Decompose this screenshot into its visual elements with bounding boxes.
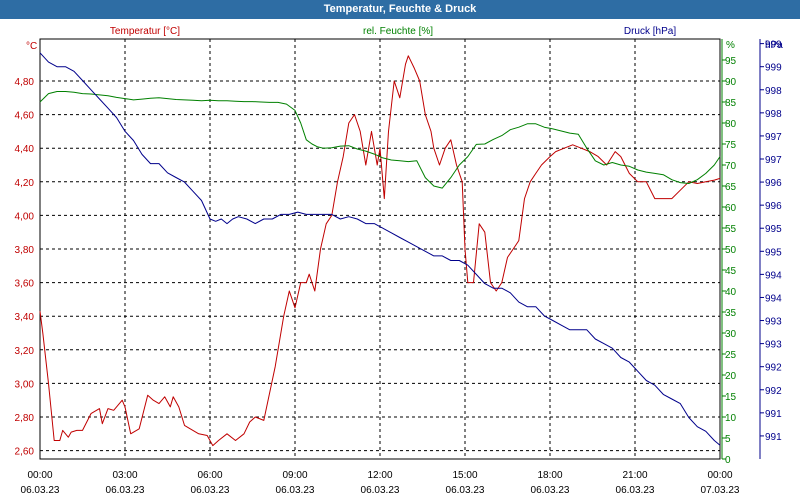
x-tick-label-date: 06.03.23 xyxy=(106,485,145,496)
x-tick-label-date: 06.03.23 xyxy=(616,485,655,496)
pressure-tick-label: 997 xyxy=(765,155,782,166)
x-tick-label-time: 12:00 xyxy=(367,470,392,481)
humidity-tick-label: 50 xyxy=(725,245,737,256)
legend-pressure: Druck [hPa] xyxy=(624,26,676,37)
pressure-tick-label: 994 xyxy=(765,293,782,304)
temperature-tick-label: 3,40 xyxy=(15,312,35,323)
x-tick-label-date: 06.03.23 xyxy=(21,485,60,496)
temperature-tick-label: 2,60 xyxy=(15,447,35,458)
pressure-tick-label: 997 xyxy=(765,132,782,143)
humidity-tick-label: 75 xyxy=(725,140,737,151)
pressure-tick-label: 999 xyxy=(765,63,782,74)
pressure-tick-label: 991 xyxy=(765,432,782,443)
temperature-tick-label: 2,80 xyxy=(15,413,35,424)
humidity-tick-label: 10 xyxy=(725,413,737,424)
pressure-tick-label: 993 xyxy=(765,340,782,351)
legend-humidity: rel. Feuchte [%] xyxy=(363,26,433,37)
x-tick-label-date: 07.03.23 xyxy=(701,485,740,496)
x-tick-label-time: 21:00 xyxy=(622,470,647,481)
humidity-tick-label: 65 xyxy=(725,182,737,193)
temperature-tick-label: 4,80 xyxy=(15,77,35,88)
pressure-tick-label: 994 xyxy=(765,270,782,281)
pressure-tick-label: 992 xyxy=(765,363,782,374)
humidity-tick-label: 5 xyxy=(725,434,731,445)
humidity-tick-label: 90 xyxy=(725,77,737,88)
x-tick-label-date: 06.03.23 xyxy=(446,485,485,496)
grid-lines xyxy=(39,39,721,459)
temperature-tick-label: 3,60 xyxy=(15,279,35,290)
humidity-tick-label: 0 xyxy=(725,455,731,466)
pressure-tick-label: 993 xyxy=(765,317,782,328)
pressure-tick-label: 998 xyxy=(765,86,782,97)
humidity-tick-label: 55 xyxy=(725,224,737,235)
humidity-tick-label: 85 xyxy=(725,98,737,109)
pressure-tick-label: 991 xyxy=(765,409,782,420)
temperature-tick-label: 4,00 xyxy=(15,211,35,222)
pressure-tick-label: 995 xyxy=(765,247,782,258)
temperature-unit-label: °C xyxy=(26,41,37,52)
chart: 00:00 06.03.23 03:00 06.03.23 06:00 06.03.23 0… xyxy=(15,26,784,496)
pressure-tick-label: 992 xyxy=(765,386,782,397)
x-tick-label-date: 06.03.23 xyxy=(361,485,400,496)
humidity-tick-label: 20 xyxy=(725,371,737,382)
x-tick-label-date: 06.03.23 xyxy=(191,485,230,496)
temperature-tick-label: 4,20 xyxy=(15,178,35,189)
humidity-unit-label: % xyxy=(726,40,735,51)
pressure-tick-label: 995 xyxy=(765,224,782,235)
temperature-tick-label: 3,80 xyxy=(15,245,35,256)
x-tick-label-date: 06.03.23 xyxy=(276,485,315,496)
humidity-tick-label: 25 xyxy=(725,350,737,361)
x-tick-label-time: 06:00 xyxy=(197,470,222,481)
humidity-tick-label: 15 xyxy=(725,392,737,403)
x-tick-label-time: 00:00 xyxy=(707,470,732,481)
legend-temperature: Temperatur [°C] xyxy=(110,26,180,37)
humidity-tick-label: 45 xyxy=(725,266,737,277)
x-tick-label-time: 03:00 xyxy=(112,470,137,481)
humidity-tick-label: 80 xyxy=(725,119,737,130)
pressure-tick-label: 996 xyxy=(765,178,782,189)
humidity-tick-label: 30 xyxy=(725,329,737,340)
humidity-tick-label: 95 xyxy=(725,56,737,67)
humidity-tick-label: 40 xyxy=(725,287,737,298)
x-tick-label-time: 18:00 xyxy=(537,470,562,481)
humidity-tick-label: 35 xyxy=(725,308,737,319)
temperature-tick-label: 3,20 xyxy=(15,346,35,357)
pressure-tick-label: 998 xyxy=(765,109,782,120)
x-tick-label-time: 09:00 xyxy=(282,470,307,481)
x-tick-label-time: 15:00 xyxy=(452,470,477,481)
humidity-tick-label: 60 xyxy=(725,203,737,214)
x-tick-label-time: 00:00 xyxy=(27,470,52,481)
temperature-tick-label: 4,40 xyxy=(15,144,35,155)
temperature-tick-label: 4,60 xyxy=(15,111,35,122)
pressure-tick-label: 996 xyxy=(765,201,782,212)
temperature-tick-label: 3,00 xyxy=(15,379,35,390)
pressure-unit-label: hPa xyxy=(765,40,783,51)
x-tick-label-date: 06.03.23 xyxy=(531,485,570,496)
humidity-tick-label: 70 xyxy=(725,161,737,172)
